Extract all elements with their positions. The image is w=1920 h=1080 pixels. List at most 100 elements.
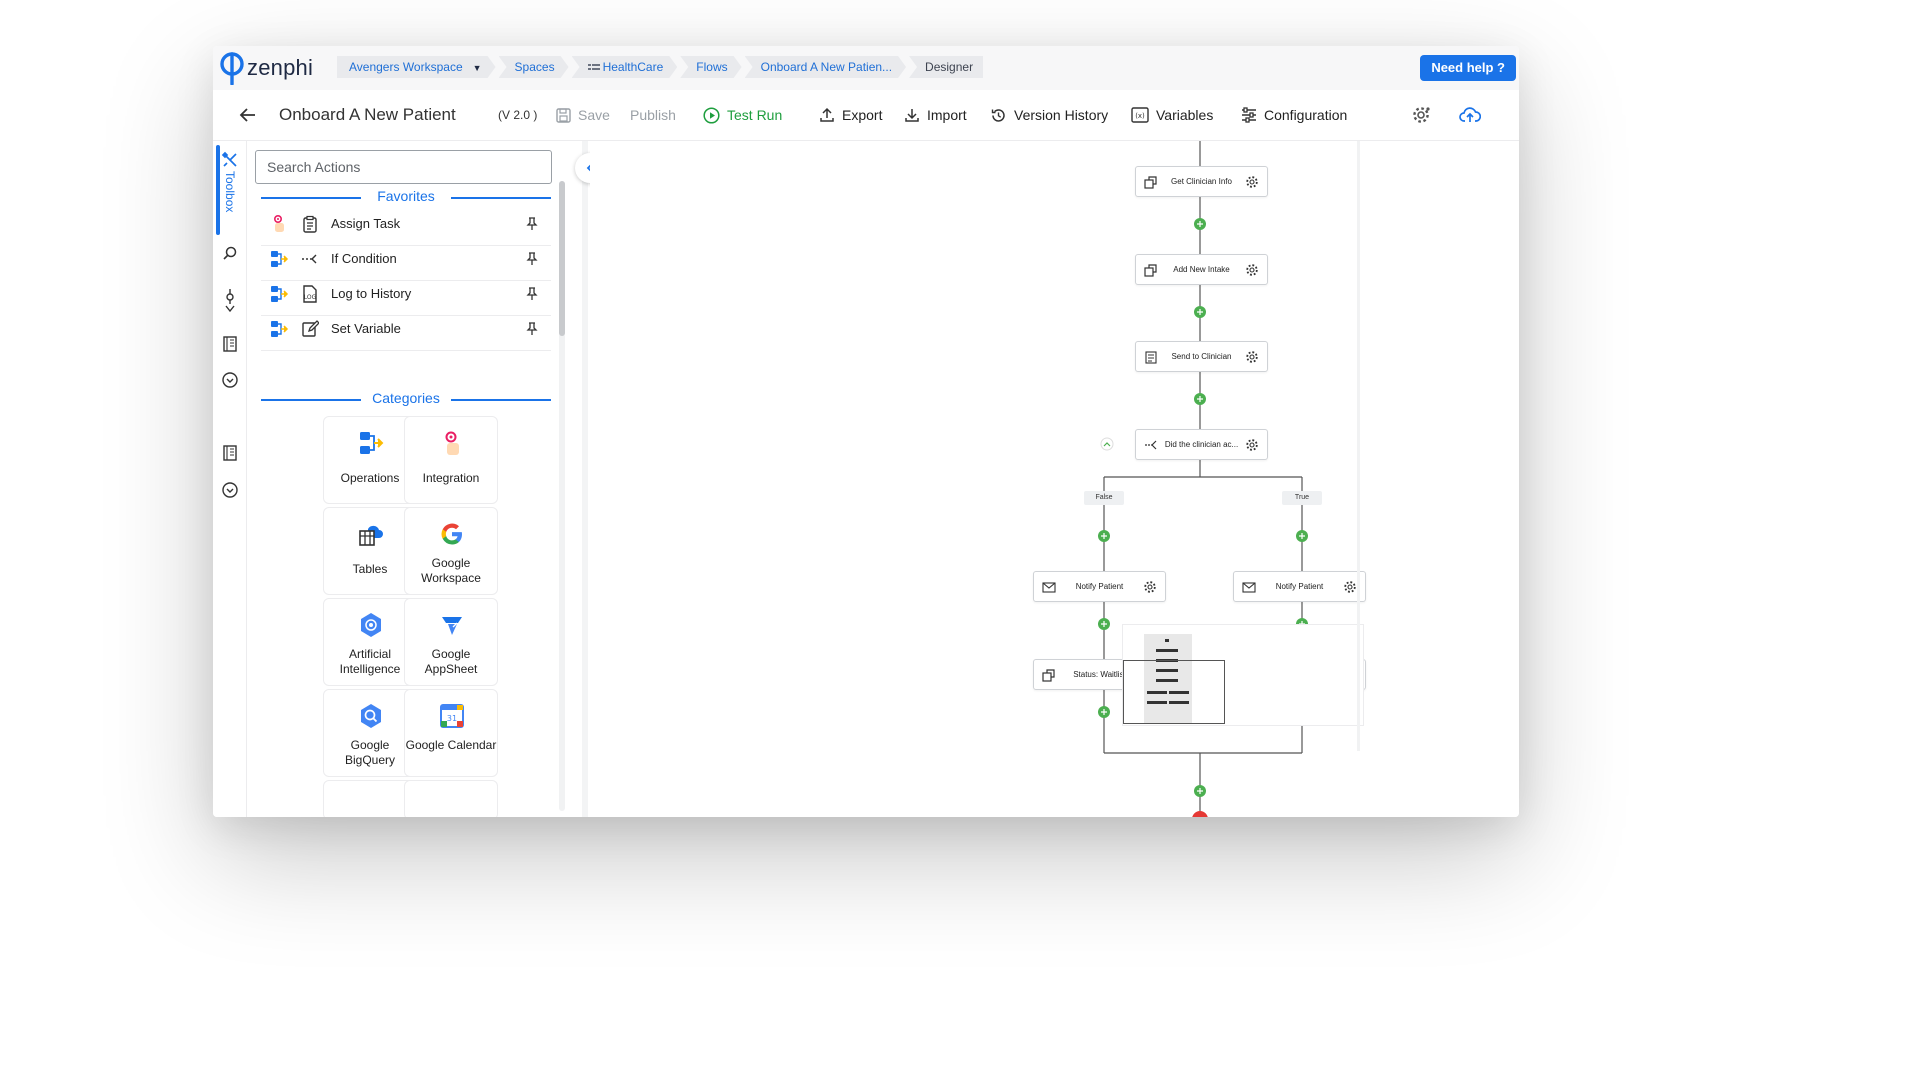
calendar-icon: 31 — [440, 704, 464, 728]
tools-icon[interactable] — [221, 151, 239, 169]
add-step-plus-icon[interactable] — [1098, 706, 1110, 718]
document-icon[interactable] — [221, 444, 239, 462]
flow-node[interactable]: Notify Patient — [1033, 571, 1166, 602]
category-label: Google BigQuery — [344, 738, 396, 767]
category-tables[interactable]: Tables — [323, 507, 417, 595]
add-step-plus-icon[interactable] — [1194, 785, 1206, 797]
collapse-branch-chevron-icon[interactable] — [1100, 437, 1114, 451]
add-step-plus-icon[interactable] — [1098, 618, 1110, 630]
test-run-button[interactable]: Test Run — [703, 90, 782, 140]
settings-button[interactable] — [1411, 90, 1438, 140]
ai-icon — [361, 613, 381, 637]
zenphi-logo[interactable]: zenphi — [219, 50, 313, 86]
pin-icon[interactable] — [525, 251, 539, 266]
breadcrumb-spaces[interactable]: Spaces — [499, 56, 569, 78]
flow-node[interactable]: Get Clinician Info — [1135, 166, 1268, 197]
document-icon[interactable] — [221, 335, 239, 353]
flow-node-label: Did the clinician ac... — [1164, 440, 1239, 449]
add-step-plus-icon[interactable] — [1194, 306, 1206, 318]
import-icon — [905, 109, 919, 122]
branch-true-label: True — [1282, 491, 1322, 505]
add-step-plus-icon[interactable] — [1194, 393, 1206, 405]
category-operations[interactable]: Operations — [323, 416, 417, 504]
favorite-label: If Condition — [331, 251, 397, 266]
favorite-set-variable[interactable]: Set Variable — [261, 307, 551, 351]
branch-icon — [1145, 440, 1157, 450]
pin-icon[interactable] — [525, 321, 539, 336]
pin-icon[interactable] — [525, 286, 539, 301]
add-step-plus-icon[interactable] — [1098, 530, 1110, 542]
category-artificial-intelligence[interactable]: Artificial Intelligence — [323, 598, 417, 686]
need-help-button[interactable]: Need help ? — [1420, 55, 1516, 81]
flow-canvas[interactable]: Get Clinician Info Add New Intake Send to … — [590, 141, 1519, 817]
category-label: Google AppSheet — [424, 647, 478, 676]
chevron-circle-down-icon[interactable] — [221, 371, 239, 389]
category-google-appsheet[interactable]: Google AppSheet — [404, 598, 498, 686]
gear-icon[interactable] — [1245, 438, 1259, 452]
flow-steps-icon[interactable] — [221, 287, 239, 313]
category-more[interactable] — [404, 780, 498, 817]
category-integration[interactable]: Integration — [404, 416, 498, 504]
tables-icon — [359, 525, 383, 546]
category-label: Artificial Intelligence — [339, 647, 401, 676]
breadcrumb: Avengers Workspace ▼ Spaces HealthCare Fl… — [337, 56, 986, 78]
bigquery-icon — [361, 704, 381, 728]
panel-scrollbar[interactable] — [559, 181, 565, 336]
mail-icon — [1042, 582, 1056, 593]
version-history-button[interactable]: Version History — [990, 90, 1108, 140]
history-icon — [991, 108, 1005, 122]
flow-title: Onboard A New Patient — [279, 105, 456, 124]
flow-node-label: Notify Patient — [1075, 582, 1124, 591]
chevron-circle-down-icon[interactable] — [221, 481, 239, 499]
category-google-workspace[interactable]: Google Workspace — [404, 507, 498, 595]
flow-node[interactable]: Did the clinician ac... — [1135, 429, 1268, 460]
google-g-icon — [441, 523, 462, 545]
variables-button[interactable]: (x) Variables — [1131, 90, 1213, 140]
gear-icon[interactable] — [1245, 350, 1259, 364]
breadcrumb-workspace[interactable]: Avengers Workspace ▼ — [337, 56, 496, 78]
category-label: Tables — [352, 562, 388, 576]
panel-resizer[interactable] — [582, 141, 588, 817]
gear-icon[interactable] — [1245, 175, 1259, 189]
add-step-plus-icon[interactable] — [1194, 218, 1206, 230]
search-actions-input[interactable] — [255, 150, 552, 184]
flow-node[interactable]: Notify Patient — [1233, 571, 1366, 602]
pin-icon[interactable] — [525, 216, 539, 231]
integration-icon — [445, 431, 459, 455]
configuration-button[interactable]: Configuration — [1241, 90, 1347, 140]
category-google-calendar[interactable]: 31 Google Calendar — [404, 689, 498, 777]
search-icon[interactable] — [221, 245, 239, 263]
toolbox-tab-indicator — [216, 145, 220, 235]
gear-icon[interactable] — [1343, 580, 1357, 594]
flow-node[interactable]: Send to Clinician — [1135, 341, 1268, 372]
arrow-left-icon — [239, 108, 255, 122]
cloud-upload-button[interactable] — [1459, 90, 1488, 140]
canvas-scrollbar[interactable] — [1357, 141, 1360, 751]
category-more[interactable] — [323, 780, 417, 817]
category-google-bigquery[interactable]: Google BigQuery — [323, 689, 417, 777]
flow-node[interactable]: Add New Intake — [1135, 254, 1268, 285]
minimap-viewport[interactable] — [1123, 660, 1225, 724]
gear-icon[interactable] — [1143, 580, 1157, 594]
operations-category-icon — [271, 285, 289, 302]
end-node-icon[interactable] — [1192, 811, 1208, 817]
breadcrumb-flows[interactable]: Flows — [680, 56, 741, 78]
export-button[interactable]: Export — [819, 90, 882, 140]
category-label: Google Workspace — [421, 556, 481, 585]
save-icon — [556, 107, 571, 123]
import-button[interactable]: Import — [904, 90, 967, 140]
flow-node-label: Get Clinician Info — [1171, 177, 1232, 186]
category-label: Google Calendar — [405, 738, 497, 752]
publish-button[interactable]: Publish — [630, 90, 676, 140]
breadcrumb-healthcare[interactable]: HealthCare — [572, 56, 678, 78]
save-button[interactable]: Save — [556, 90, 610, 140]
favorite-label: Assign Task — [331, 216, 401, 231]
gear-icon[interactable] — [1245, 263, 1259, 277]
breadcrumb-flow[interactable]: Onboard A New Patien... — [745, 56, 906, 78]
operations-icon — [360, 432, 384, 454]
play-circle-icon — [703, 106, 720, 124]
toolbox-tab[interactable]: Toolbox — [223, 171, 237, 212]
svg-text:31: 31 — [447, 714, 457, 723]
back-button[interactable] — [239, 90, 264, 140]
add-step-plus-icon[interactable] — [1296, 530, 1308, 542]
